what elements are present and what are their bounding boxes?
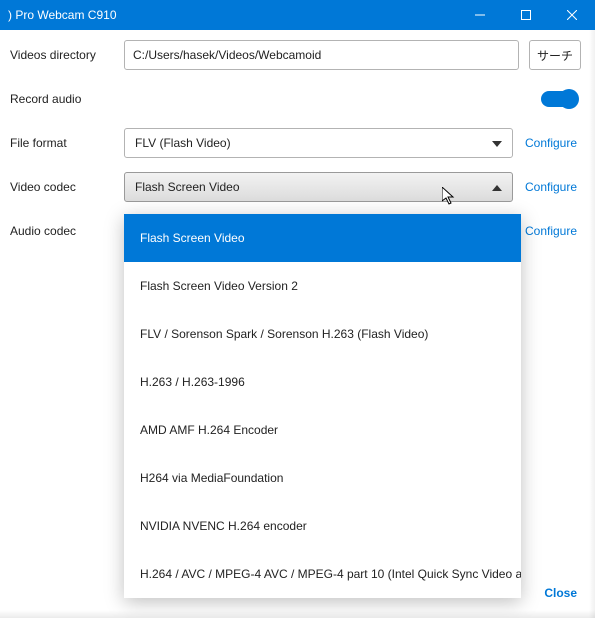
window-titlebar: ) Pro Webcam C910	[0, 0, 595, 30]
dropdown-item[interactable]: FLV / Sorenson Spark / Sorenson H.263 (F…	[124, 310, 521, 358]
video-codec-configure-link[interactable]: Configure	[521, 180, 581, 194]
video-codec-label: Video codec	[0, 180, 124, 194]
audio-codec-label: Audio codec	[0, 224, 124, 238]
video-codec-row: Video codec Flash Screen Video Configure	[0, 172, 581, 202]
record-audio-toggle[interactable]	[541, 91, 577, 107]
dropdown-item[interactable]: H.264 / AVC / MPEG-4 AVC / MPEG-4 part 1…	[124, 550, 521, 598]
close-window-button[interactable]	[549, 0, 595, 30]
dropdown-item[interactable]: Flash Screen Video Version 2	[124, 262, 521, 310]
dropdown-item[interactable]: NVIDIA NVENC H.264 encoder	[124, 502, 521, 550]
dropdown-item[interactable]: H.263 / H.263-1996	[124, 358, 521, 406]
maximize-button[interactable]	[503, 0, 549, 30]
file-format-value: FLV (Flash Video)	[135, 136, 231, 150]
record-audio-row: Record audio	[0, 84, 581, 114]
chevron-up-icon	[492, 180, 502, 194]
dropdown-item[interactable]: Flash Screen Video	[124, 214, 521, 262]
dropdown-item[interactable]: AMD AMF H.264 Encoder	[124, 406, 521, 454]
video-codec-combo[interactable]: Flash Screen Video	[124, 172, 513, 202]
window-shadow	[0, 610, 595, 618]
dropdown-item[interactable]: H264 via MediaFoundation	[124, 454, 521, 502]
titlebar-buttons	[457, 0, 595, 30]
file-format-row: File format FLV (Flash Video) Configure	[0, 128, 581, 158]
minimize-button[interactable]	[457, 0, 503, 30]
file-format-configure-link[interactable]: Configure	[521, 136, 581, 150]
video-codec-dropdown: Flash Screen Video Flash Screen Video Ve…	[124, 214, 521, 598]
window-title: ) Pro Webcam C910	[8, 8, 457, 22]
videos-directory-row: Videos directory サーチ	[0, 40, 581, 70]
file-format-label: File format	[0, 136, 124, 150]
chevron-down-icon	[492, 136, 502, 150]
file-format-combo[interactable]: FLV (Flash Video)	[124, 128, 513, 158]
record-audio-label: Record audio	[0, 92, 124, 106]
audio-codec-configure-link[interactable]: Configure	[521, 224, 581, 238]
videos-directory-input[interactable]	[124, 40, 519, 70]
videos-directory-label: Videos directory	[0, 48, 124, 62]
video-codec-value: Flash Screen Video	[135, 180, 240, 194]
close-button[interactable]: Close	[544, 586, 577, 600]
search-button[interactable]: サーチ	[529, 40, 581, 70]
